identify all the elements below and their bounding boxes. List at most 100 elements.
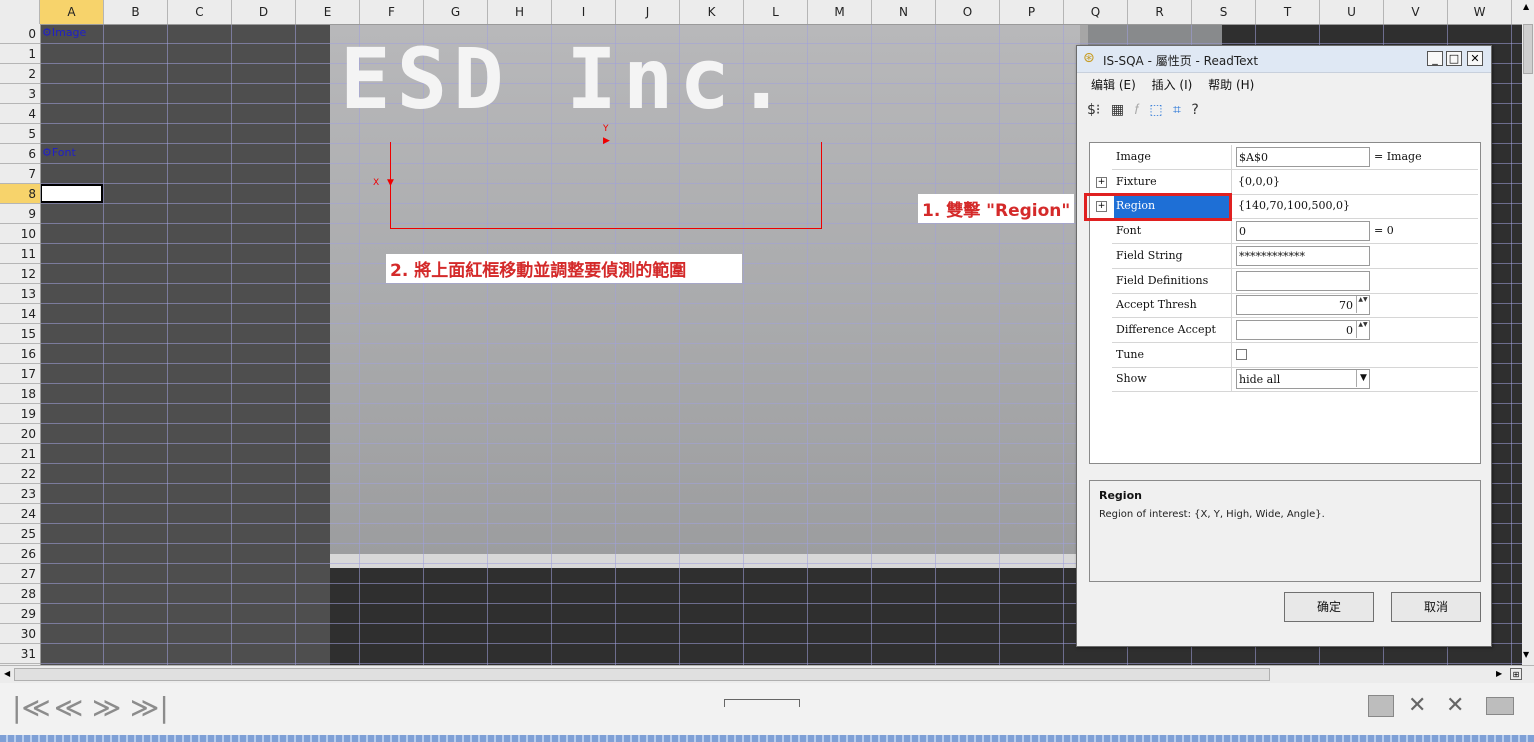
row-header-10[interactable]: 10 — [0, 224, 40, 244]
column-header-q[interactable]: Q — [1064, 0, 1128, 24]
row-header-25[interactable]: 25 — [0, 524, 40, 544]
property-value-font[interactable]: 0 — [1236, 221, 1370, 242]
region-resize-icon[interactable]: ⌗ — [1173, 102, 1181, 118]
column-header-w[interactable]: W — [1448, 0, 1512, 24]
property-row-accept-thresh[interactable]: Accept Thresh 70 ▲▼ — [1112, 293, 1478, 319]
row-header-29[interactable]: 29 — [0, 604, 40, 624]
column-header-k[interactable]: K — [680, 0, 744, 24]
prev-page-button[interactable]: ≪ — [54, 691, 83, 724]
column-header-n[interactable]: N — [872, 0, 936, 24]
row-header-27[interactable]: 27 — [0, 564, 40, 584]
font-cell[interactable]: ⚙Font — [42, 146, 76, 159]
menu-help[interactable]: 帮助 (H) — [1208, 78, 1254, 92]
property-row-tune[interactable]: Tune — [1112, 342, 1478, 368]
column-header-i[interactable]: I — [552, 0, 616, 24]
region-select-icon[interactable]: ⬚ — [1149, 102, 1162, 118]
image-cell[interactable]: ⚙Image — [42, 26, 86, 39]
column-header-g[interactable]: G — [424, 0, 488, 24]
column-header-p[interactable]: P — [1000, 0, 1064, 24]
scroll-thumb[interactable] — [1523, 24, 1533, 74]
column-header-e[interactable]: E — [296, 0, 360, 24]
minimize-button[interactable]: _ — [1427, 51, 1443, 66]
property-row-fixture[interactable]: + Fixture {0,0,0} — [1096, 169, 1478, 195]
column-header-d[interactable]: D — [232, 0, 296, 24]
row-header-6[interactable]: 6 — [0, 144, 40, 164]
row-header-20[interactable]: 20 — [0, 424, 40, 444]
folder-icon[interactable] — [1486, 697, 1514, 715]
ok-button[interactable]: 确定 — [1284, 592, 1374, 622]
row-header-8[interactable]: 8 — [0, 184, 40, 204]
scroll-right-icon[interactable]: ▶ — [1496, 669, 1502, 678]
row-header-17[interactable]: 17 — [0, 364, 40, 384]
scroll-down-icon[interactable]: ▼ — [1523, 650, 1529, 659]
menu-edit[interactable]: 编辑 (E) — [1091, 78, 1136, 92]
row-header-31[interactable]: 31 — [0, 644, 40, 664]
menu-insert[interactable]: 插入 (I) — [1152, 78, 1193, 92]
row-header-26[interactable]: 26 — [0, 544, 40, 564]
column-header-b[interactable]: B — [104, 0, 168, 24]
column-header-j[interactable]: J — [616, 0, 680, 24]
grid-view-icon[interactable]: ⊞ — [1510, 668, 1522, 680]
property-row-image[interactable]: Image $A$0 = Image — [1112, 145, 1478, 170]
property-value-field-definitions[interactable] — [1236, 270, 1370, 291]
row-header-14[interactable]: 14 — [0, 304, 40, 324]
chevron-down-icon[interactable]: ▼ — [1356, 370, 1370, 388]
close-button[interactable]: ✕ — [1467, 51, 1483, 66]
dialog-titlebar[interactable]: ⊛ IS-SQA - 屬性页 - ReadText _ □ ✕ — [1077, 46, 1491, 73]
property-row-field-string[interactable]: Field String ************ — [1112, 243, 1478, 269]
function-icon[interactable]: 𝑓 — [1135, 102, 1139, 118]
property-value-image[interactable]: $A$0 — [1236, 147, 1370, 167]
row-header-16[interactable]: 16 — [0, 344, 40, 364]
row-header-2[interactable]: 2 — [0, 64, 40, 84]
row-header-1[interactable]: 1 — [0, 44, 40, 64]
column-header-u[interactable]: U — [1320, 0, 1384, 24]
spinner-icon[interactable]: ▲▼ — [1356, 296, 1369, 314]
column-header-t[interactable]: T — [1256, 0, 1320, 24]
property-value-field-string[interactable]: ************ — [1236, 245, 1370, 266]
horizontal-scrollbar[interactable]: ◀ ▶ ⊞ — [0, 665, 1534, 684]
column-header-o[interactable]: O — [936, 0, 1000, 24]
column-header-f[interactable]: F — [360, 0, 424, 24]
hscroll-thumb[interactable] — [14, 668, 1270, 681]
row-header-19[interactable]: 19 — [0, 404, 40, 424]
vertical-scrollbar[interactable]: ▲ ▼ — [1522, 0, 1534, 665]
tune-checkbox[interactable] — [1236, 348, 1247, 360]
column-header-r[interactable]: R — [1128, 0, 1192, 24]
row-header-30[interactable]: 30 — [0, 624, 40, 644]
column-header-h[interactable]: H — [488, 0, 552, 24]
column-header-a[interactable]: A — [40, 0, 104, 24]
column-header-c[interactable]: C — [168, 0, 232, 24]
row-header-3[interactable]: 3 — [0, 84, 40, 104]
property-value-difference-accept[interactable]: 0 — [1236, 319, 1370, 340]
row-header-7[interactable]: 7 — [0, 164, 40, 184]
row-header-0[interactable]: 0 — [0, 24, 40, 44]
row-header-5[interactable]: 5 — [0, 124, 40, 144]
value-icon[interactable]: $⁝ — [1087, 102, 1100, 118]
row-header-28[interactable]: 28 — [0, 584, 40, 604]
column-header-s[interactable]: S — [1192, 0, 1256, 24]
row-header-24[interactable]: 24 — [0, 504, 40, 524]
row-header-18[interactable]: 18 — [0, 384, 40, 404]
property-row-difference-accept[interactable]: Difference Accept 0 ▲▼ — [1112, 317, 1478, 343]
delete-graphic-icon[interactable]: ✕ — [1446, 693, 1464, 718]
row-header-11[interactable]: 11 — [0, 244, 40, 264]
expand-icon[interactable]: + — [1096, 176, 1107, 188]
row-header-4[interactable]: 4 — [0, 104, 40, 124]
row-header-9[interactable]: 9 — [0, 204, 40, 224]
help-icon[interactable]: ? — [1191, 102, 1198, 118]
first-page-button[interactable]: |≪ — [12, 691, 51, 724]
spinner-icon[interactable]: ▲▼ — [1356, 320, 1369, 338]
header-corner[interactable] — [0, 0, 40, 24]
row-header-13[interactable]: 13 — [0, 284, 40, 304]
property-row-field-definitions[interactable]: Field Definitions — [1112, 268, 1478, 294]
row-header-22[interactable]: 22 — [0, 464, 40, 484]
column-header-l[interactable]: L — [744, 0, 808, 24]
table-icon[interactable]: ▦ — [1111, 102, 1124, 118]
next-page-button[interactable]: ≫ — [92, 691, 121, 724]
property-value-show[interactable]: hide all — [1236, 369, 1370, 390]
image-icon[interactable] — [1368, 695, 1394, 717]
delete-image-icon[interactable]: ✕ — [1408, 693, 1426, 718]
column-header-m[interactable]: M — [808, 0, 872, 24]
maximize-button[interactable]: □ — [1446, 51, 1462, 66]
selected-cell[interactable] — [40, 184, 103, 203]
